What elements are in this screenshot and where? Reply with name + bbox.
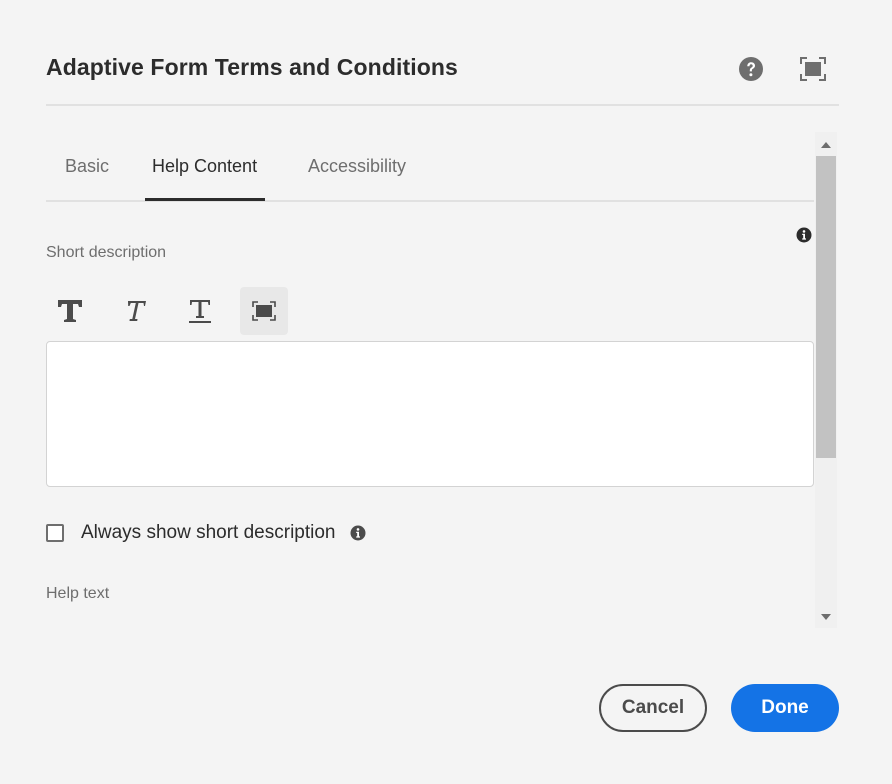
italic-button[interactable] (111, 287, 159, 335)
tab-basic[interactable]: Basic (65, 156, 109, 177)
active-tab-indicator (145, 198, 265, 201)
bold-button[interactable] (46, 287, 94, 335)
tab-accessibility[interactable]: Accessibility (308, 156, 406, 177)
underline-icon (189, 300, 211, 323)
scrollbar-thumb[interactable] (816, 156, 836, 458)
help-circle-icon (739, 57, 763, 81)
always-show-checkbox[interactable] (46, 524, 64, 542)
done-button[interactable]: Done (731, 684, 839, 732)
fullscreen-button[interactable] (799, 55, 827, 83)
rich-text-toolbar (46, 287, 306, 335)
info-icon[interactable] (350, 525, 366, 541)
italic-icon (128, 301, 146, 321)
cancel-button[interactable]: Cancel (599, 684, 707, 732)
dialog-content: Basic Help Content Accessibility Short d… (46, 132, 814, 628)
always-show-label: Always show short description (81, 522, 336, 543)
fullscreen-icon (800, 57, 826, 81)
tab-list: Basic Help Content Accessibility (46, 132, 814, 202)
short-description-editor[interactable] (46, 341, 814, 487)
dialog-header: Adaptive Form Terms and Conditions (46, 0, 839, 106)
scroll-up-arrow-icon[interactable] (821, 142, 831, 148)
tab-help-content[interactable]: Help Content (152, 156, 257, 177)
always-show-checkbox-row[interactable]: Always show short description (46, 518, 366, 548)
bold-icon (58, 300, 82, 322)
expand-icon (252, 301, 276, 321)
underline-button[interactable] (176, 287, 224, 335)
vertical-scrollbar[interactable] (815, 132, 837, 628)
info-icon[interactable] (796, 227, 812, 243)
scroll-down-arrow-icon[interactable] (821, 614, 831, 620)
expand-editor-button[interactable] (240, 287, 288, 335)
short-description-label: Short description (46, 244, 167, 261)
dialog-title: Adaptive Form Terms and Conditions (46, 54, 458, 80)
help-button[interactable] (737, 55, 765, 83)
help-text-label: Help text (46, 585, 110, 602)
